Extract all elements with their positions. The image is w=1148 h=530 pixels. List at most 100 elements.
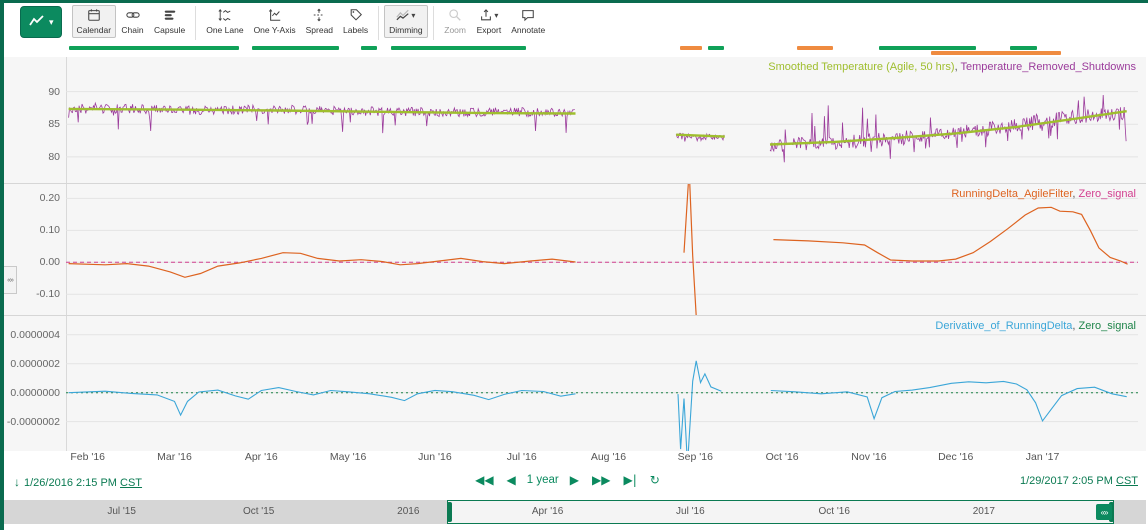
series-Derivative_of_RunningDelta[interactable] (771, 381, 1127, 421)
timeline-label: Apr '16 (532, 506, 563, 517)
timeline-expand-handle[interactable]: «» (1096, 504, 1112, 520)
display-range-end: 1/29/2017 2:05 PM (1020, 475, 1113, 487)
y-tick-label: 0.20 (4, 192, 60, 204)
chevron-down-icon: ▾ (411, 12, 415, 20)
timeline-left-handle[interactable] (447, 502, 452, 522)
one-lane-icon (218, 8, 232, 25)
x-tick-label: Feb '16 (62, 451, 114, 463)
timeline-label: 2017 (973, 506, 995, 517)
capsule-bar-green[interactable] (1010, 46, 1037, 50)
toolbar-button-one-y-axis[interactable]: One Y-Axis (249, 5, 301, 38)
legend-item[interactable]: RunningDelta_AgileFilter (951, 188, 1072, 200)
legend-item[interactable]: Zero_signal (1079, 320, 1136, 332)
capsule-bar-green[interactable] (252, 46, 339, 50)
toolbar-separator (195, 6, 196, 40)
y-tick-label: 85 (4, 118, 60, 130)
legend-item[interactable]: Smoothed Temperature (Agile, 50 hrs) (768, 61, 954, 73)
jump-end-button[interactable]: ▶| (621, 472, 638, 488)
range-navigation: ◀◀◀1 year▶▶▶▶|↻ (473, 472, 662, 488)
toolbar-button-label: Spread (306, 25, 333, 35)
annotate-icon (521, 8, 535, 25)
chevron-down-icon: ▾ (49, 18, 54, 27)
legend-item[interactable]: Temperature_Removed_Shutdowns (961, 61, 1137, 73)
capsule-bar-green[interactable] (69, 46, 238, 50)
timezone-label[interactable]: CST (1116, 475, 1138, 487)
lane-legend: Smoothed Temperature (Agile, 50 hrs), Te… (768, 61, 1136, 73)
y-tick-label: 0.10 (4, 224, 60, 236)
series-RunningDelta_AgileFilter[interactable] (684, 184, 697, 315)
zoom-icon (448, 8, 462, 25)
one-y-axis-icon (268, 8, 282, 25)
x-axis-labels: Feb '16Mar '16Apr '16May '16Jun '16Jul '… (4, 451, 1146, 467)
toolbar-button-capsule[interactable]: Capsule (149, 5, 190, 38)
trend-icon (28, 13, 46, 32)
capsule-bar-green[interactable] (879, 46, 976, 50)
x-tick-label: Aug '16 (583, 451, 635, 463)
range-duration-label[interactable]: 1 year (527, 474, 559, 486)
toolbar-button-groups: Calendar ChainCapsule One Lane One Y-Axis Sp… (72, 5, 551, 40)
display-range-start-link[interactable]: ↓1/26/2016 2:15 PM CST (14, 475, 142, 489)
timeline-label: Oct '16 (819, 506, 850, 517)
toolbar-button-label: One Lane (206, 25, 243, 35)
series-Smoothed Temperature (Agile, 50 hrs)[interactable] (676, 135, 725, 137)
series-RunningDelta_AgileFilter[interactable] (69, 253, 576, 278)
toolbar-button-label: Zoom (444, 25, 466, 35)
toolbar-button-label: One Y-Axis (254, 25, 296, 35)
plot-surface[interactable] (66, 57, 1138, 183)
seeq-trend-workbench: ▾ Calendar ChainCapsule One Lane One Y-Axis… (0, 0, 1148, 530)
toolbar-button-chain[interactable]: Chain (116, 5, 149, 38)
toolbar-button-annotate[interactable]: Annotate (506, 5, 550, 38)
toolbar-button-export[interactable]: ▾Export (472, 5, 507, 38)
x-tick-label: Mar '16 (149, 451, 201, 463)
timeline-label: Oct '15 (243, 506, 274, 517)
x-tick-label: Jan '17 (1017, 451, 1069, 463)
capsule-bar-green[interactable] (361, 46, 377, 50)
toolbar-separator (433, 6, 434, 40)
refresh-button[interactable]: ↻ (648, 472, 662, 488)
capsule-bar-green[interactable] (708, 46, 724, 50)
step-forward-button[interactable]: ▶ (568, 472, 581, 488)
y-tick-label: 0.0000004 (4, 329, 60, 341)
timezone-label[interactable]: CST (120, 477, 142, 489)
toolbar-button-dimming[interactable]: ▾Dimming (384, 5, 428, 38)
view-selector-button[interactable]: ▾ (20, 6, 62, 38)
y-tick-label: -0.0000002 (4, 416, 60, 428)
lane-legend: Derivative_of_RunningDelta, Zero_signal (935, 320, 1136, 332)
toolbar-button-calendar[interactable]: Calendar (72, 5, 117, 38)
series-Derivative_of_RunningDelta[interactable] (678, 361, 721, 452)
jump-forward-button[interactable]: ▶▶ (590, 472, 612, 488)
series-Derivative_of_RunningDelta[interactable] (69, 388, 576, 416)
plot-surface[interactable] (66, 316, 1138, 452)
capsule-icon (163, 8, 177, 25)
toolbar-button-labels[interactable]: Labels (338, 5, 373, 38)
dimming-icon (396, 8, 410, 25)
plot-surface[interactable] (66, 184, 1138, 315)
series-Temperature_Removed_Shutdowns[interactable] (69, 103, 575, 133)
calendar-icon (87, 8, 101, 25)
chart-lane-temperature-lane: 908580Smoothed Temperature (Agile, 50 hr… (4, 57, 1146, 184)
timeline-label: Jul '15 (107, 506, 136, 517)
toolbar-button-label: Calendar (77, 25, 112, 35)
capsule-bar-orange[interactable] (797, 46, 834, 50)
chart-lane-derivative-lane: 0.00000040.00000020.0000000-0.0000002Der… (4, 316, 1146, 453)
legend-item[interactable]: Zero_signal (1079, 188, 1136, 200)
toolbar-button-one-lane[interactable]: One Lane (201, 5, 248, 38)
series-Temperature_Removed_Shutdowns[interactable] (770, 95, 1126, 162)
display-range-start: 1/26/2016 2:15 PM (24, 477, 117, 489)
timeline-scrollbar[interactable]: Jul '15Oct '152016Apr '16Jul '16Oct '162… (4, 500, 1146, 524)
display-range-end-link[interactable]: 1/29/2017 2:05 PM CST (1020, 475, 1138, 487)
capsule-bar-orange[interactable] (680, 46, 702, 50)
jump-start-button[interactable]: ◀◀ (473, 472, 495, 488)
toolbar-button-spread[interactable]: Spread (301, 5, 338, 38)
series-RunningDelta_AgileFilter[interactable] (773, 207, 1127, 264)
trend-toolbar: ▾ Calendar ChainCapsule One Lane One Y-Axis… (8, 5, 1148, 43)
left-accent-bar (0, 0, 4, 530)
capsule-bar-orange[interactable] (931, 51, 1061, 55)
capsule-bar-green[interactable] (391, 46, 526, 50)
panel-collapse-handle[interactable]: «» (4, 266, 17, 294)
legend-item[interactable]: Derivative_of_RunningDelta (935, 320, 1072, 332)
toolbar-separator (378, 6, 379, 40)
x-tick-label: Sep '16 (669, 451, 721, 463)
step-back-button[interactable]: ◀ (505, 472, 518, 488)
chevron-down-icon: ▾ (494, 12, 498, 20)
